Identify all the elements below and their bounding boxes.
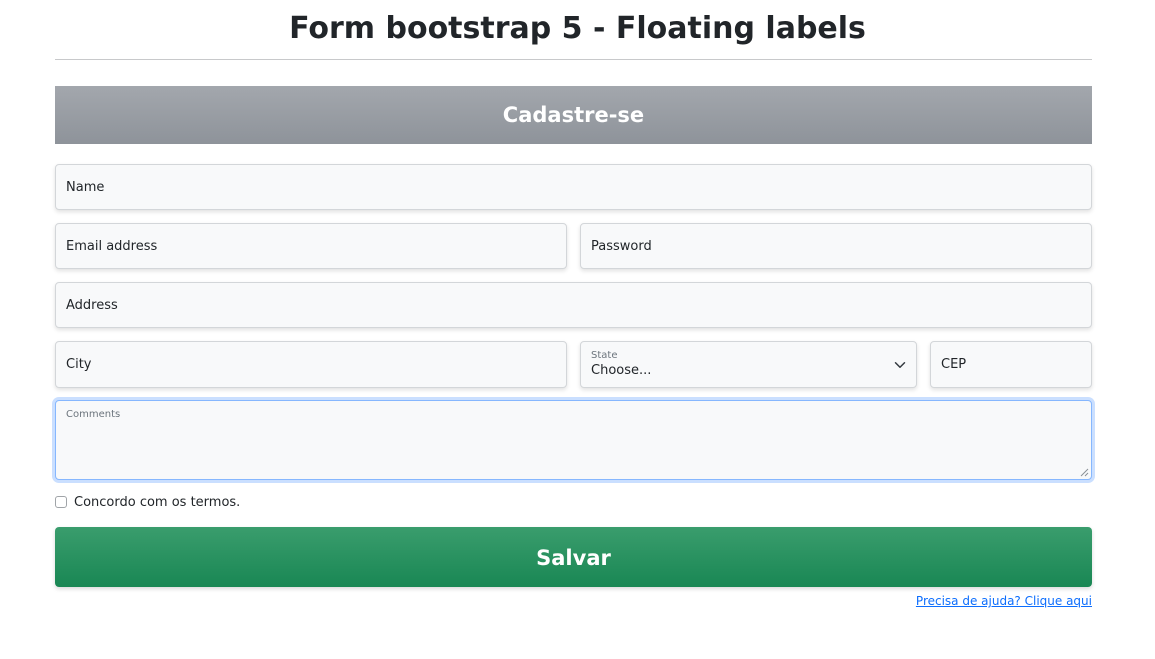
address-label: Address bbox=[66, 297, 118, 313]
cep-label: CEP bbox=[941, 357, 967, 372]
state-label: State bbox=[591, 350, 618, 361]
name-field[interactable]: Name bbox=[55, 164, 1092, 210]
state-selected-value: Choose... bbox=[591, 363, 652, 378]
terms-label[interactable]: Concordo com os termos. bbox=[74, 495, 240, 510]
save-button[interactable]: Salvar bbox=[55, 527, 1092, 587]
comments-textarea[interactable]: Comments bbox=[55, 400, 1092, 480]
email-label: Email address bbox=[66, 238, 158, 254]
password-field[interactable]: Password bbox=[580, 223, 1092, 269]
terms-checkbox[interactable] bbox=[55, 496, 67, 508]
chevron-down-icon bbox=[894, 362, 906, 368]
email-field[interactable]: Email address bbox=[55, 223, 567, 269]
resize-handle-icon[interactable] bbox=[1080, 468, 1089, 477]
city-field[interactable]: City bbox=[55, 341, 567, 388]
cep-field[interactable]: CEP bbox=[930, 341, 1092, 388]
state-select[interactable]: State Choose... bbox=[580, 341, 917, 388]
password-label: Password bbox=[591, 238, 652, 254]
name-label: Name bbox=[66, 179, 105, 195]
terms-row: Concordo com os termos. bbox=[55, 494, 240, 510]
title-divider bbox=[55, 59, 1092, 60]
city-label: City bbox=[66, 357, 92, 372]
address-field[interactable]: Address bbox=[55, 282, 1092, 328]
form-banner: Cadastre-se bbox=[55, 86, 1092, 144]
page-title: Form bootstrap 5 - Floating labels bbox=[289, 11, 866, 46]
help-link[interactable]: Precisa de ajuda? Clique aqui bbox=[916, 594, 1092, 608]
comments-label: Comments bbox=[66, 409, 121, 420]
